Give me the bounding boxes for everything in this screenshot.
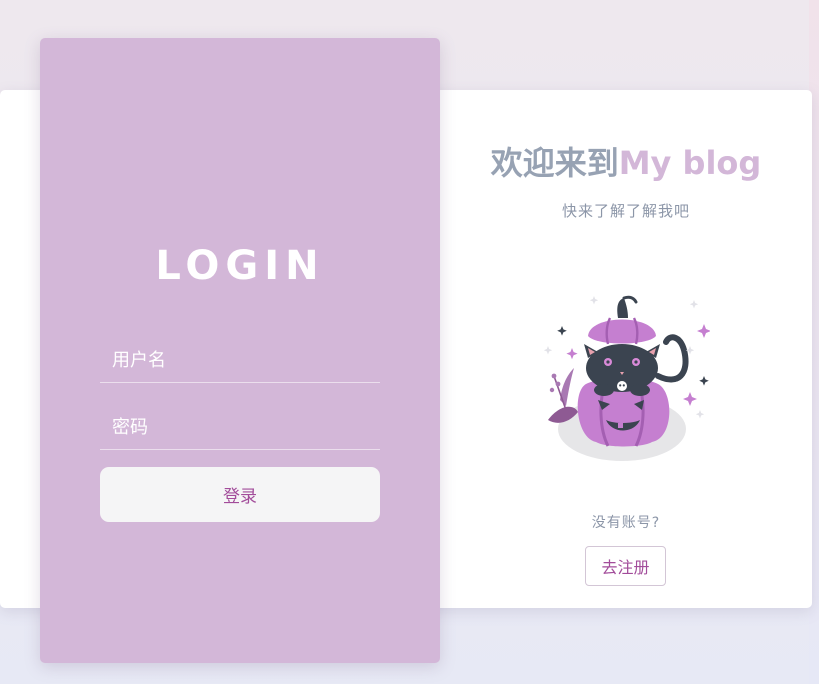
blog-brand-name: My blog: [618, 144, 762, 182]
cat-in-pumpkin-illustration: [543, 295, 710, 461]
sparkle-icon: [557, 326, 567, 336]
welcome-title: 欢迎来到My blog: [440, 138, 812, 184]
login-panel: LOGIN 登录: [40, 38, 440, 663]
sparkle-icon: [697, 324, 710, 338]
sparkle-icon: [566, 348, 578, 360]
no-account-text: 没有账号?: [591, 515, 661, 531]
register-button[interactable]: 去注册: [585, 546, 666, 586]
sparkle-icon: [699, 376, 709, 386]
welcome-subtitle: 快来了解了解我吧: [561, 202, 690, 220]
username-input[interactable]: [100, 338, 380, 382]
password-input[interactable]: [100, 405, 380, 449]
sparkle-icon: [683, 392, 697, 406]
login-title: LOGIN: [155, 243, 325, 289]
pumpkin-lid-shape: [588, 319, 656, 344]
cat-tail-shape: [655, 334, 689, 383]
password-field: [100, 405, 380, 450]
username-field: [100, 338, 380, 383]
sparkle-icon: [543, 346, 553, 355]
skull-charm-icon: [617, 381, 627, 391]
pumpkin-stem-shape: [617, 298, 628, 318]
welcome-title-prefix: 欢迎来到: [490, 144, 619, 182]
sparkle-icon: [695, 410, 705, 419]
login-button[interactable]: 登录: [100, 467, 380, 522]
sparkle-icon: [589, 296, 599, 305]
sparkle-icon: [689, 300, 699, 309]
